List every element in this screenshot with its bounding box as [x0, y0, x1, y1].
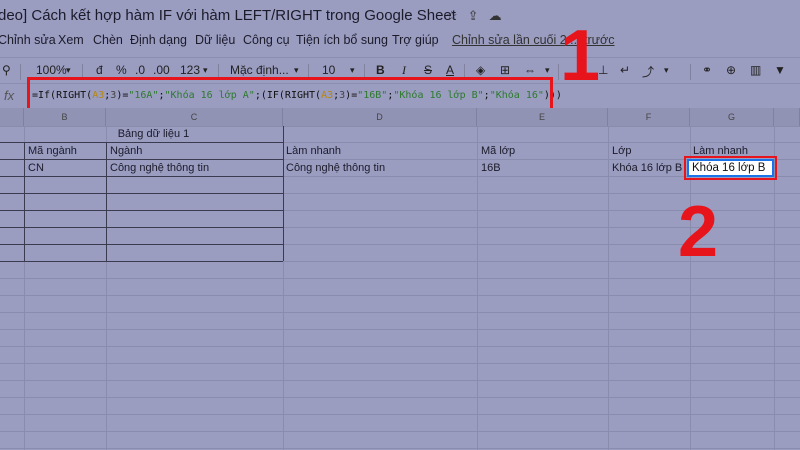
sheet-grid: B C D E F G Bảng dữ liệu 1 Mã ngành Ngàn…: [0, 108, 800, 450]
gridline: [0, 295, 800, 296]
chevron-down-icon: ▾: [66, 65, 71, 75]
chevron-down-icon: ▾: [203, 65, 208, 75]
menu-insert[interactable]: Chèn: [93, 33, 123, 47]
column-header-f[interactable]: F: [608, 108, 690, 126]
row-header-corner[interactable]: [0, 108, 24, 126]
cell-d-data[interactable]: Công nghệ thông tin: [286, 162, 385, 174]
table-border: [0, 244, 283, 245]
more-formats-button[interactable]: 123: [180, 63, 200, 77]
bold-button[interactable]: B: [376, 63, 385, 77]
function-icon: fx: [4, 88, 15, 103]
gridline: [0, 380, 800, 381]
currency-button[interactable]: đ: [96, 63, 103, 77]
table-border: [24, 142, 25, 261]
italic-button[interactable]: I: [402, 63, 406, 78]
insert-comment-icon[interactable]: ⊕: [726, 63, 736, 77]
merge-cells-icon[interactable]: ⇔: [524, 63, 536, 77]
decrease-decimal-button[interactable]: .0: [135, 63, 145, 77]
table-border: [0, 261, 283, 262]
toolbar-divider: [690, 64, 691, 80]
star-icon[interactable]: ☆: [446, 8, 458, 24]
cell-d-header[interactable]: Làm nhanh: [286, 145, 341, 157]
result-highlight-box: [684, 156, 777, 180]
chevron-down-icon: ▾: [350, 65, 355, 75]
fill-color-icon[interactable]: ◈: [476, 63, 485, 77]
column-header-h[interactable]: [774, 108, 800, 126]
cell-c-data[interactable]: Công nghệ thông tin: [110, 162, 209, 174]
menu-bar: Chỉnh sửa Xem Chèn Định dạng Dữ liệu Côn…: [0, 30, 800, 52]
table-border: [0, 176, 283, 177]
title-bar: deo] Cách kết hợp hàm IF với hàm LEFT/RI…: [0, 0, 800, 30]
column-header-e[interactable]: E: [477, 108, 608, 126]
step-number-1: 1: [560, 16, 601, 96]
menu-format[interactable]: Định dạng: [130, 33, 187, 47]
gridline: [0, 312, 800, 313]
gridline: [0, 448, 800, 449]
gridline: [608, 126, 609, 450]
menu-addons[interactable]: Tiện ích bổ sung: [296, 33, 388, 47]
insert-link-icon[interactable]: ⚭: [702, 63, 712, 77]
strikethrough-button[interactable]: S: [424, 63, 432, 77]
borders-icon[interactable]: ⊞: [500, 63, 510, 77]
gridline: [0, 278, 800, 279]
zoom-select[interactable]: 100%: [36, 63, 67, 77]
font-size-select[interactable]: 10: [322, 63, 335, 77]
cell-c-header[interactable]: Ngành: [110, 145, 142, 157]
step-number-2: 2: [678, 192, 719, 272]
title-icons: ☆ ⇪ ☁: [446, 8, 502, 24]
table-border: [0, 210, 283, 211]
chevron-down-icon: ▾: [664, 65, 669, 75]
table-border: [0, 193, 283, 194]
gridline: [0, 329, 800, 330]
gridline: [0, 363, 800, 364]
paint-format-icon[interactable]: ⚲: [2, 63, 11, 77]
text-wrap-icon[interactable]: ↵: [620, 63, 630, 77]
column-header-d[interactable]: D: [283, 108, 477, 126]
text-rotation-icon[interactable]: ⤴: [642, 63, 654, 80]
menu-view[interactable]: Xem: [58, 33, 84, 47]
cell-e-header[interactable]: Mã lớp: [481, 145, 515, 157]
gridline: [477, 126, 478, 450]
font-select[interactable]: Mặc định...: [230, 63, 289, 77]
table-border: [106, 142, 107, 261]
table-border: [0, 227, 283, 228]
chevron-down-icon: ▾: [545, 65, 550, 75]
cell-e-data[interactable]: 16B: [481, 162, 501, 174]
cell-b-data[interactable]: CN: [28, 162, 44, 174]
percent-button[interactable]: %: [116, 63, 127, 77]
increase-decimal-button[interactable]: .00: [153, 63, 170, 77]
column-header-g[interactable]: G: [690, 108, 774, 126]
cloud-status-icon[interactable]: ☁: [489, 8, 502, 24]
gridline: [0, 414, 800, 415]
chevron-down-icon: ▾: [294, 65, 299, 75]
table-border: [0, 159, 283, 160]
table-border: [283, 126, 284, 261]
merged-table-title[interactable]: Bảng dữ liệu 1: [24, 128, 283, 140]
toolbar-divider: [558, 64, 559, 80]
menu-help[interactable]: Trợ giúp: [392, 33, 439, 47]
insert-chart-icon[interactable]: ▥: [750, 63, 761, 77]
gridline: [0, 431, 800, 432]
gridline: [0, 126, 800, 127]
move-to-folder-icon[interactable]: ⇪: [468, 8, 479, 24]
column-header-c[interactable]: C: [106, 108, 283, 126]
document-title[interactable]: deo] Cách kết hợp hàm IF với hàm LEFT/RI…: [0, 7, 456, 24]
menu-tools[interactable]: Công cụ: [243, 33, 290, 47]
filter-icon[interactable]: ▼: [774, 63, 786, 77]
toolbar-divider: [20, 64, 21, 80]
gridline: [0, 397, 800, 398]
gridline: [0, 346, 800, 347]
menu-data[interactable]: Dữ liệu: [195, 33, 235, 47]
cell-f-data[interactable]: Khóa 16 lớp B: [612, 162, 682, 174]
text-color-button[interactable]: A: [446, 63, 454, 77]
table-border: [0, 142, 283, 143]
column-header-b[interactable]: B: [24, 108, 106, 126]
cell-b-header[interactable]: Mã ngành: [28, 145, 77, 157]
cell-f-header[interactable]: Lớp: [612, 145, 631, 157]
menu-edit[interactable]: Chỉnh sửa: [0, 33, 56, 47]
